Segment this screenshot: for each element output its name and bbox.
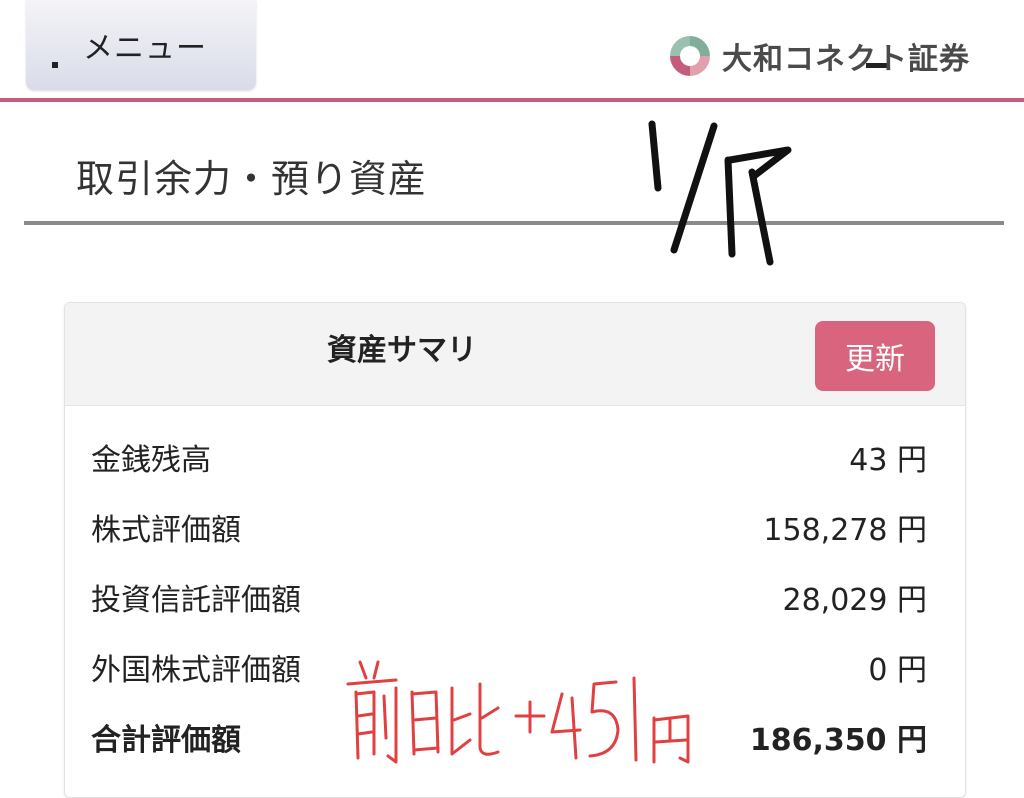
row-value: 28,029 円 <box>782 583 927 618</box>
menu-button[interactable]: メニュー <box>26 0 888 90</box>
top-header: メニュー 大和コネクト証券 <box>0 0 1024 102</box>
row-label: 投資信託評価額 <box>91 583 301 618</box>
title-divider <box>24 221 1004 225</box>
row-stock-valuation: 株式評価額 158,278 円 <box>91 507 927 548</box>
brand-name: 大和コネクト証券 <box>722 42 970 77</box>
app-screen: メニュー 大和コネクト証券 取引余力・預り資産 資産サマリ 更新 金銭残高 43… <box>0 0 1024 798</box>
row-label: 金銭残高 <box>91 443 211 478</box>
handwritten-note <box>346 660 690 764</box>
brand: 大和コネクト証券 <box>664 28 970 84</box>
row-value: 43 円 <box>849 443 927 478</box>
row-label: 外国株式評価額 <box>91 653 301 688</box>
refresh-button[interactable]: 更新 <box>815 321 935 391</box>
card-header: 資産サマリ 更新 <box>65 303 965 406</box>
row-value: 158,278 円 <box>763 513 927 548</box>
card-title: 資産サマリ <box>327 333 477 368</box>
row-value: 0 円 <box>868 653 927 688</box>
row-label: 合計評価額 <box>91 723 241 758</box>
row-value: 186,350 円 <box>749 723 927 758</box>
row-fund-valuation: 投資信託評価額 28,029 円 <box>91 577 927 618</box>
brand-logo-icon <box>670 36 710 76</box>
page-title: 取引余力・預り資産 <box>76 157 428 201</box>
row-label: 株式評価額 <box>91 513 241 548</box>
row-cash-balance: 金銭残高 43 円 <box>91 437 927 478</box>
handwritten-date <box>648 120 792 266</box>
